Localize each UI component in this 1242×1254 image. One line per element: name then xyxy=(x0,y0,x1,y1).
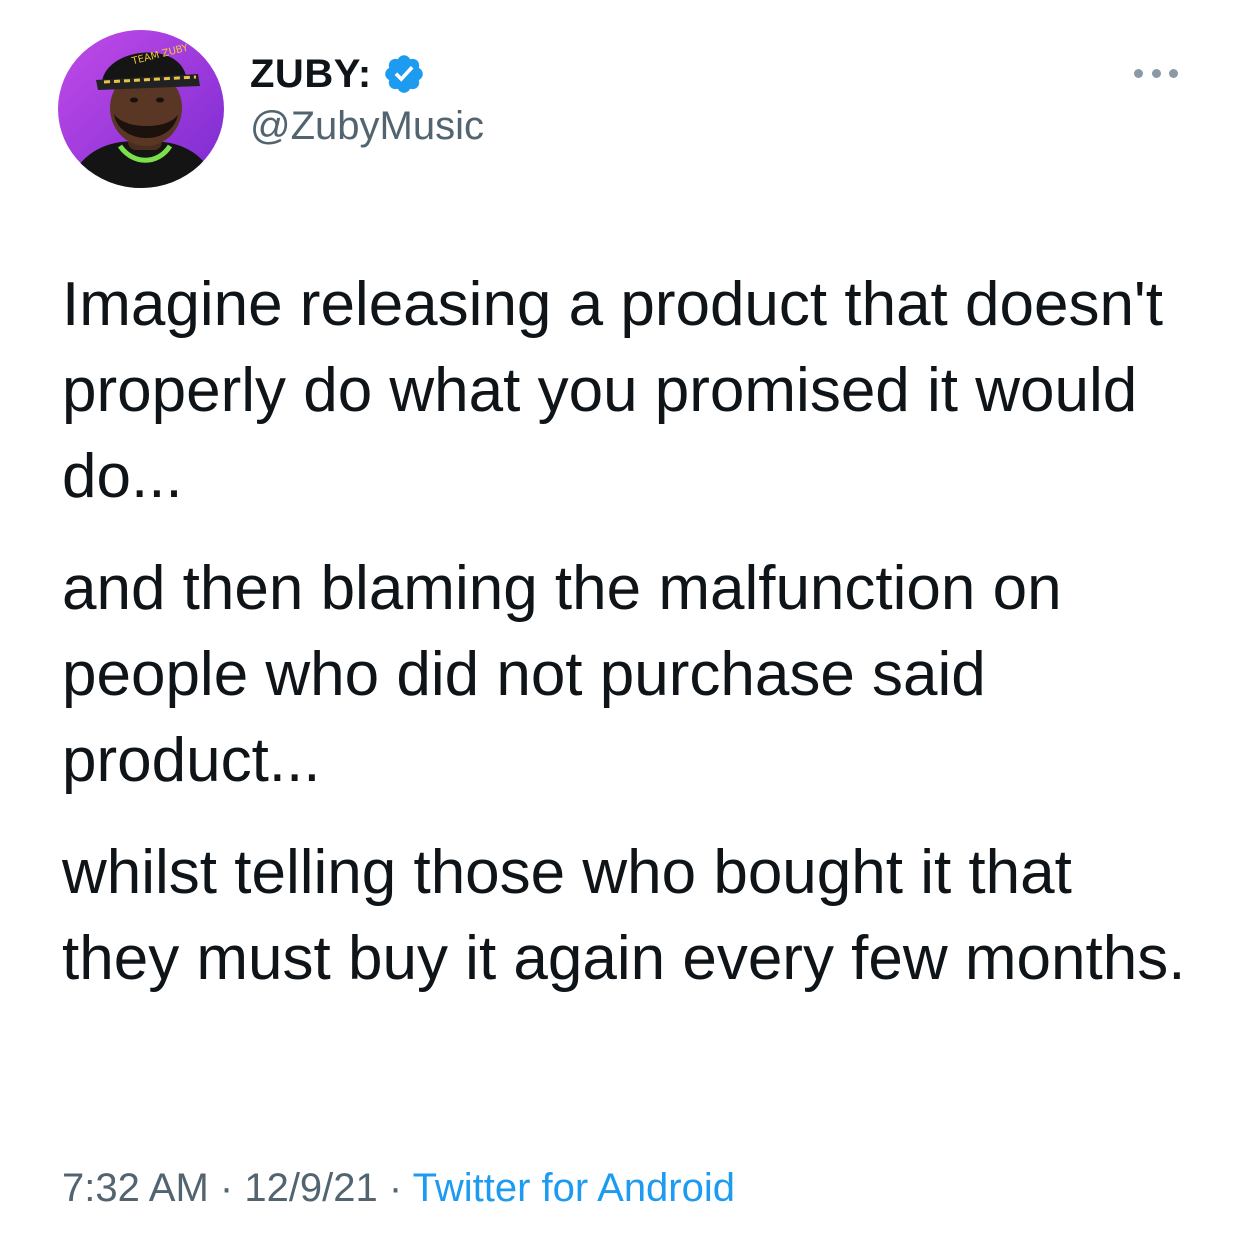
display-name[interactable]: ZUBY: xyxy=(250,52,372,97)
tweet-paragraph: and then blaming the malfunction on peop… xyxy=(62,554,1062,795)
verified-badge-icon xyxy=(382,52,426,96)
dot xyxy=(1134,68,1143,78)
tweet-time[interactable]: 7:32 AM xyxy=(62,1166,209,1210)
author-name-row[interactable]: ZUBY: xyxy=(250,48,426,100)
tweet-paragraph: whilst telling those who bought it that … xyxy=(62,838,1186,993)
more-options-icon[interactable] xyxy=(1134,66,1178,80)
avatar-image: TEAM ZUBY xyxy=(58,30,224,188)
tweet-text: Imagine releasing a product that doesn't… xyxy=(62,262,1192,1028)
meta-separator: · xyxy=(219,1166,245,1210)
profile-avatar[interactable]: TEAM ZUBY xyxy=(58,30,224,188)
dot xyxy=(1169,68,1178,78)
tweet-paragraph: Imagine releasing a product that doesn't… xyxy=(62,270,1163,511)
dot xyxy=(1151,68,1161,78)
tweet-meta: 7:32 AM · 12/9/21 · Twitter for Android xyxy=(62,1166,735,1211)
tweet-card: TEAM ZUBY ZUBY: @ZubyMusic Imagine relea… xyxy=(0,0,1242,1254)
tweet-source-link[interactable]: Twitter for Android xyxy=(413,1166,735,1210)
tweet-date[interactable]: 12/9/21 xyxy=(244,1166,377,1210)
author-handle[interactable]: @ZubyMusic xyxy=(250,104,484,149)
meta-separator: · xyxy=(388,1166,413,1210)
